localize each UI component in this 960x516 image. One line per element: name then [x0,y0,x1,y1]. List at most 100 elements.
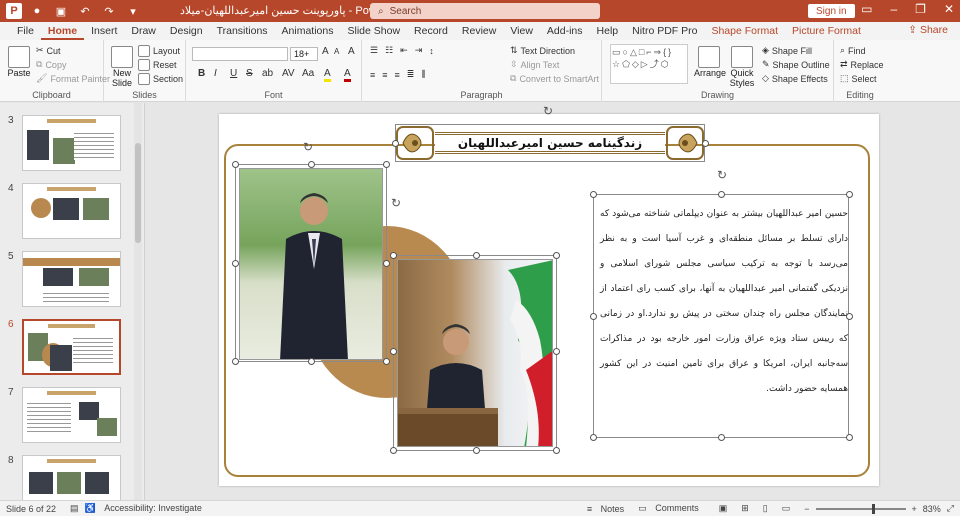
title-plate[interactable]: زندگینامه حسین امیرعبداللهیان [395,124,705,162]
thumbnails-scrollbar[interactable] [134,103,142,500]
resize-handle-icon[interactable] [590,434,597,441]
resize-handle-icon[interactable] [473,447,480,454]
reading-view-icon[interactable]: ▯ [763,503,776,513]
resize-handle-icon[interactable] [383,161,390,168]
view-buttons[interactable]: ▣ ⊞ ▯ ▭ [713,503,799,514]
sign-in-button[interactable]: Sign in [808,4,855,18]
tab-home[interactable]: Home [40,22,85,40]
title-rotate-handle-icon[interactable]: ↻ [543,104,553,118]
resize-handle-icon[interactable] [390,348,397,355]
resize-handle-icon[interactable] [702,140,709,147]
ribbon-display-icon[interactable]: ▭ [861,2,872,16]
tab-picture-format[interactable]: Picture Format [785,22,868,40]
save-icon[interactable]: ▣ [52,2,70,20]
align-buttons[interactable]: ≡ ≡ ≡ ≣ ⫼ [370,69,429,80]
smartart-button[interactable]: ⧉ Convert to SmartArt [510,73,599,84]
thumbnail-slide-6[interactable]: 6 [0,319,140,379]
comments-button[interactable]: ▭ Comments [638,503,699,514]
spelling-icon[interactable]: ▤ [70,503,79,514]
highlight-button[interactable]: A [324,68,331,82]
customize-icon[interactable]: ▾ [124,2,142,20]
cut-button[interactable]: ✂ Cut [36,45,61,56]
tab-slide-show[interactable]: Slide Show [341,22,408,40]
fit-slide-icon[interactable]: ⤢ [947,503,954,514]
arrange-button[interactable]: Arrange [694,46,726,78]
zoom-slider-thumb[interactable] [871,503,875,514]
photo1-rotate-handle-icon[interactable]: ↻ [303,140,313,154]
format-painter-button[interactable]: 🖌 Format Painter [36,73,110,84]
resize-handle-icon[interactable] [390,447,397,454]
tab-shape-format[interactable]: Shape Format [704,22,785,40]
layout-button[interactable]: Layout [138,45,180,57]
shrink-font-button[interactable]: A [334,47,339,56]
slideshow-icon[interactable]: ▭ [782,503,799,513]
resize-handle-icon[interactable] [846,434,853,441]
resize-handle-icon[interactable] [718,434,725,441]
text-direction-button[interactable]: ⇅ Text Direction [510,45,575,56]
find-button[interactable]: ⌕ Find [840,45,866,56]
share-button[interactable]: ⇪ Share [908,24,948,36]
resize-handle-icon[interactable] [590,191,597,198]
thumbnail-slide-4[interactable]: 4 [0,183,140,243]
resize-handle-icon[interactable] [390,252,397,259]
thumbnail-slide-7[interactable]: 7 [0,387,140,447]
resize-handle-icon[interactable] [383,358,390,365]
resize-handle-icon[interactable] [232,358,239,365]
tab-review[interactable]: Review [455,22,503,40]
redo-icon[interactable]: ↷ [100,2,118,20]
tab-view[interactable]: View [503,22,540,40]
resize-handle-icon[interactable] [232,260,239,267]
underline-button[interactable]: U [230,68,237,79]
zoom-level[interactable]: 83% [923,504,941,514]
accessibility-status[interactable]: ♿ Accessibility: Investigate [85,503,202,514]
resize-handle-icon[interactable] [473,252,480,259]
resize-handle-icon[interactable] [553,252,560,259]
scrollbar-thumb[interactable] [135,143,141,243]
resize-handle-icon[interactable] [590,313,597,320]
resize-handle-icon[interactable] [846,191,853,198]
shape-effects-button[interactable]: ◇ Shape Effects [762,73,828,84]
italic-button[interactable]: I [214,68,217,79]
tab-nitro-pdf[interactable]: Nitro PDF Pro [625,22,704,40]
notes-button[interactable]: ≡ Notes [587,504,624,514]
tab-help[interactable]: Help [590,22,626,40]
tab-insert[interactable]: Insert [84,22,124,40]
tab-add-ins[interactable]: Add-ins [540,22,590,40]
tab-transitions[interactable]: Transitions [210,22,275,40]
resize-handle-icon[interactable] [383,260,390,267]
resize-handle-icon[interactable] [553,348,560,355]
change-case-button[interactable]: Aa [302,68,314,79]
resize-handle-icon[interactable] [553,447,560,454]
list-buttons[interactable]: ☰ ☷ ⇤ ⇥ ↕ [370,45,438,56]
paste-button[interactable]: Paste [6,46,32,78]
slide-canvas[interactable]: زندگینامه حسین امیرعبداللهیان ↻ ↻ ↻ حسین… [219,104,879,486]
resize-handle-icon[interactable] [392,140,399,147]
photo2-rotate-handle-icon[interactable]: ↻ [391,196,401,210]
new-slide-button[interactable]: New Slide [108,46,136,88]
quick-styles-button[interactable]: Quick Styles [726,46,758,88]
shape-fill-button[interactable]: ◈ Shape Fill [762,45,812,56]
zoom-out-icon[interactable]: − [804,504,809,514]
section-button[interactable]: Section [138,73,183,85]
search-input[interactable]: ⌕ Search [370,3,600,19]
font-color-button[interactable]: A [344,68,351,82]
maximize-icon[interactable]: ❐ [915,2,926,16]
font-name-select[interactable] [192,47,288,61]
resize-handle-icon[interactable] [846,313,853,320]
resize-handle-icon[interactable] [232,161,239,168]
tab-file[interactable]: File [10,22,41,40]
normal-view-icon[interactable]: ▣ [719,503,736,513]
minimize-icon[interactable]: – [890,2,897,16]
tab-design[interactable]: Design [163,22,210,40]
align-text-button[interactable]: ⇳ Align Text [510,59,559,70]
undo-icon[interactable]: ↶ [76,2,94,20]
tab-animations[interactable]: Animations [275,22,341,40]
resize-handle-icon[interactable] [718,191,725,198]
resize-handle-icon[interactable] [308,358,315,365]
resize-handle-icon[interactable] [308,161,315,168]
shapes-gallery[interactable]: ▭○△□⌐⇒{}☆⬠◇▷⤴⬡ [610,44,688,84]
copy-button[interactable]: ⧉ Copy [36,59,66,70]
select-button[interactable]: ⬚ Select [840,73,877,84]
tab-record[interactable]: Record [407,22,455,40]
thumbnail-slide-3[interactable]: 3 [0,115,140,175]
